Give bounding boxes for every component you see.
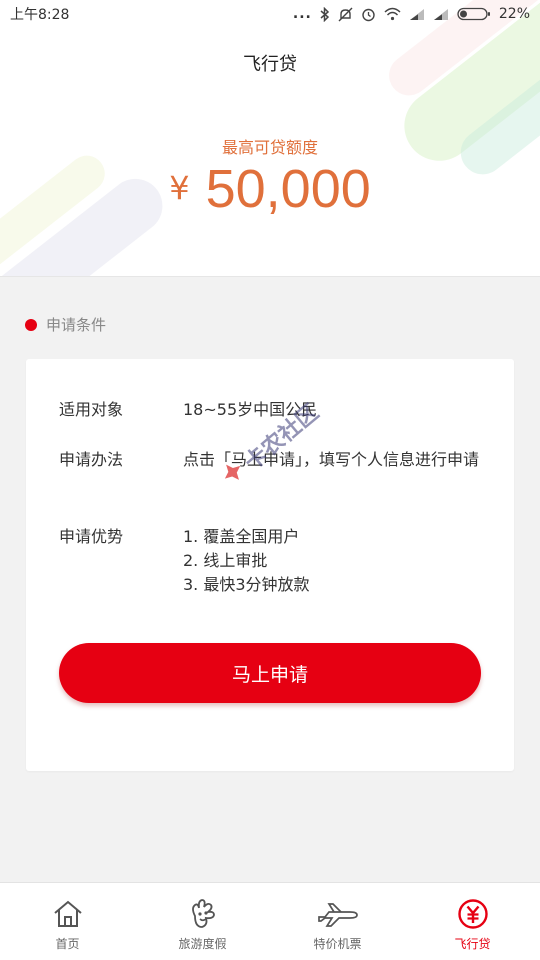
condition-value: 点击「马上申请」，填写个人信息进行申请	[183, 450, 480, 469]
condition-value: 18~55岁中国公民	[183, 400, 318, 419]
advantage-item: 2. 线上审批	[183, 551, 268, 570]
red-dot-icon	[25, 318, 37, 331]
status-dots: ...	[292, 6, 312, 22]
nav-label: 飞行贷	[454, 937, 491, 951]
nav-label: 旅游度假	[178, 937, 227, 951]
condition-row-advantages: 申请优势 1. 覆盖全国用户 2. 线上审批 3. 最快3分钟放款	[59, 525, 489, 597]
credit-limit-label: 最高可贷额度	[221, 138, 318, 157]
section-header: 申请条件	[25, 314, 106, 335]
condition-label: 申请办法	[59, 450, 124, 469]
nav-label: 特价机票	[313, 937, 362, 951]
nav-label: 首页	[55, 937, 80, 951]
condition-label: 适用对象	[59, 400, 124, 419]
limit-value: 50,000	[205, 159, 371, 219]
advantage-list: 1. 覆盖全国用户 2. 线上审批 3. 最快3分钟放款	[183, 525, 489, 597]
travel-icon	[186, 897, 220, 931]
currency-symbol: ¥	[169, 169, 190, 207]
nav-item-flights[interactable]: 特价机票	[270, 883, 405, 960]
section-title: 申请条件	[46, 316, 107, 334]
status-bar: 上午8:28 ... 22%	[0, 0, 540, 28]
nav-item-travel[interactable]: 旅游度假	[135, 883, 270, 960]
battery-icon	[457, 7, 491, 21]
signal-icon	[433, 8, 449, 21]
wifi-icon	[384, 7, 401, 21]
status-icons: ... 22%	[293, 6, 530, 22]
bottom-nav: 首页 旅游度假 特价机票 飞行贷	[0, 882, 540, 960]
page: 上午8:28 ... 22% 飞行贷 最高可贷额度 ¥ 50,000 申请条件 …	[0, 0, 540, 960]
nav-item-home[interactable]: 首页	[0, 883, 135, 960]
home-icon	[52, 897, 84, 931]
yuan-icon	[457, 897, 489, 931]
condition-row-method: 申请办法 点击「马上申请」，填写个人信息进行申请	[59, 448, 489, 472]
nav-item-loan[interactable]: 飞行贷	[405, 883, 540, 960]
hero-header: 上午8:28 ... 22% 飞行贷 最高可贷额度 ¥ 50,000	[0, 0, 540, 277]
page-title: 飞行贷	[243, 54, 297, 75]
apply-now-button[interactable]: 马上申请	[59, 643, 481, 703]
status-time: 上午8:28	[10, 7, 70, 23]
condition-label: 申请优势	[59, 527, 124, 546]
credit-limit-amount: ¥ 50,000	[0, 158, 540, 220]
bluetooth-icon	[320, 6, 330, 22]
signal-icon	[409, 8, 425, 21]
advantage-item: 1. 覆盖全国用户	[183, 527, 300, 546]
condition-row-target: 适用对象 18~55岁中国公民	[59, 398, 489, 422]
battery-level: 22%	[498, 6, 530, 22]
alarm-icon	[361, 7, 376, 22]
advantage-item: 3. 最快3分钟放款	[183, 575, 310, 594]
airplane-icon	[317, 897, 359, 931]
conditions-card: 适用对象 18~55岁中国公民 申请办法 点击「马上申请」，填写个人信息进行申请…	[26, 359, 514, 771]
mute-icon	[338, 7, 353, 22]
